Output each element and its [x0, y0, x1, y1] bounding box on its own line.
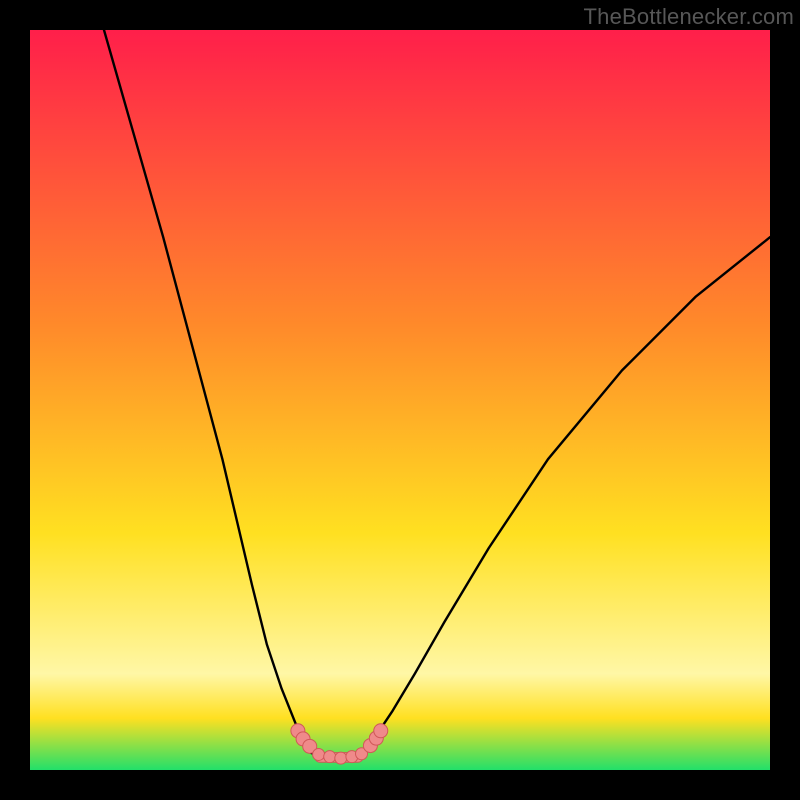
- curve-marker: [324, 751, 336, 763]
- curve-marker: [335, 752, 347, 764]
- chart-frame: [30, 30, 770, 770]
- bottleneck-chart: [30, 30, 770, 770]
- curve-marker: [374, 724, 388, 738]
- curve-marker: [313, 748, 325, 760]
- gradient-background: [30, 30, 770, 770]
- watermark-text: TheBottlenecker.com: [584, 4, 794, 30]
